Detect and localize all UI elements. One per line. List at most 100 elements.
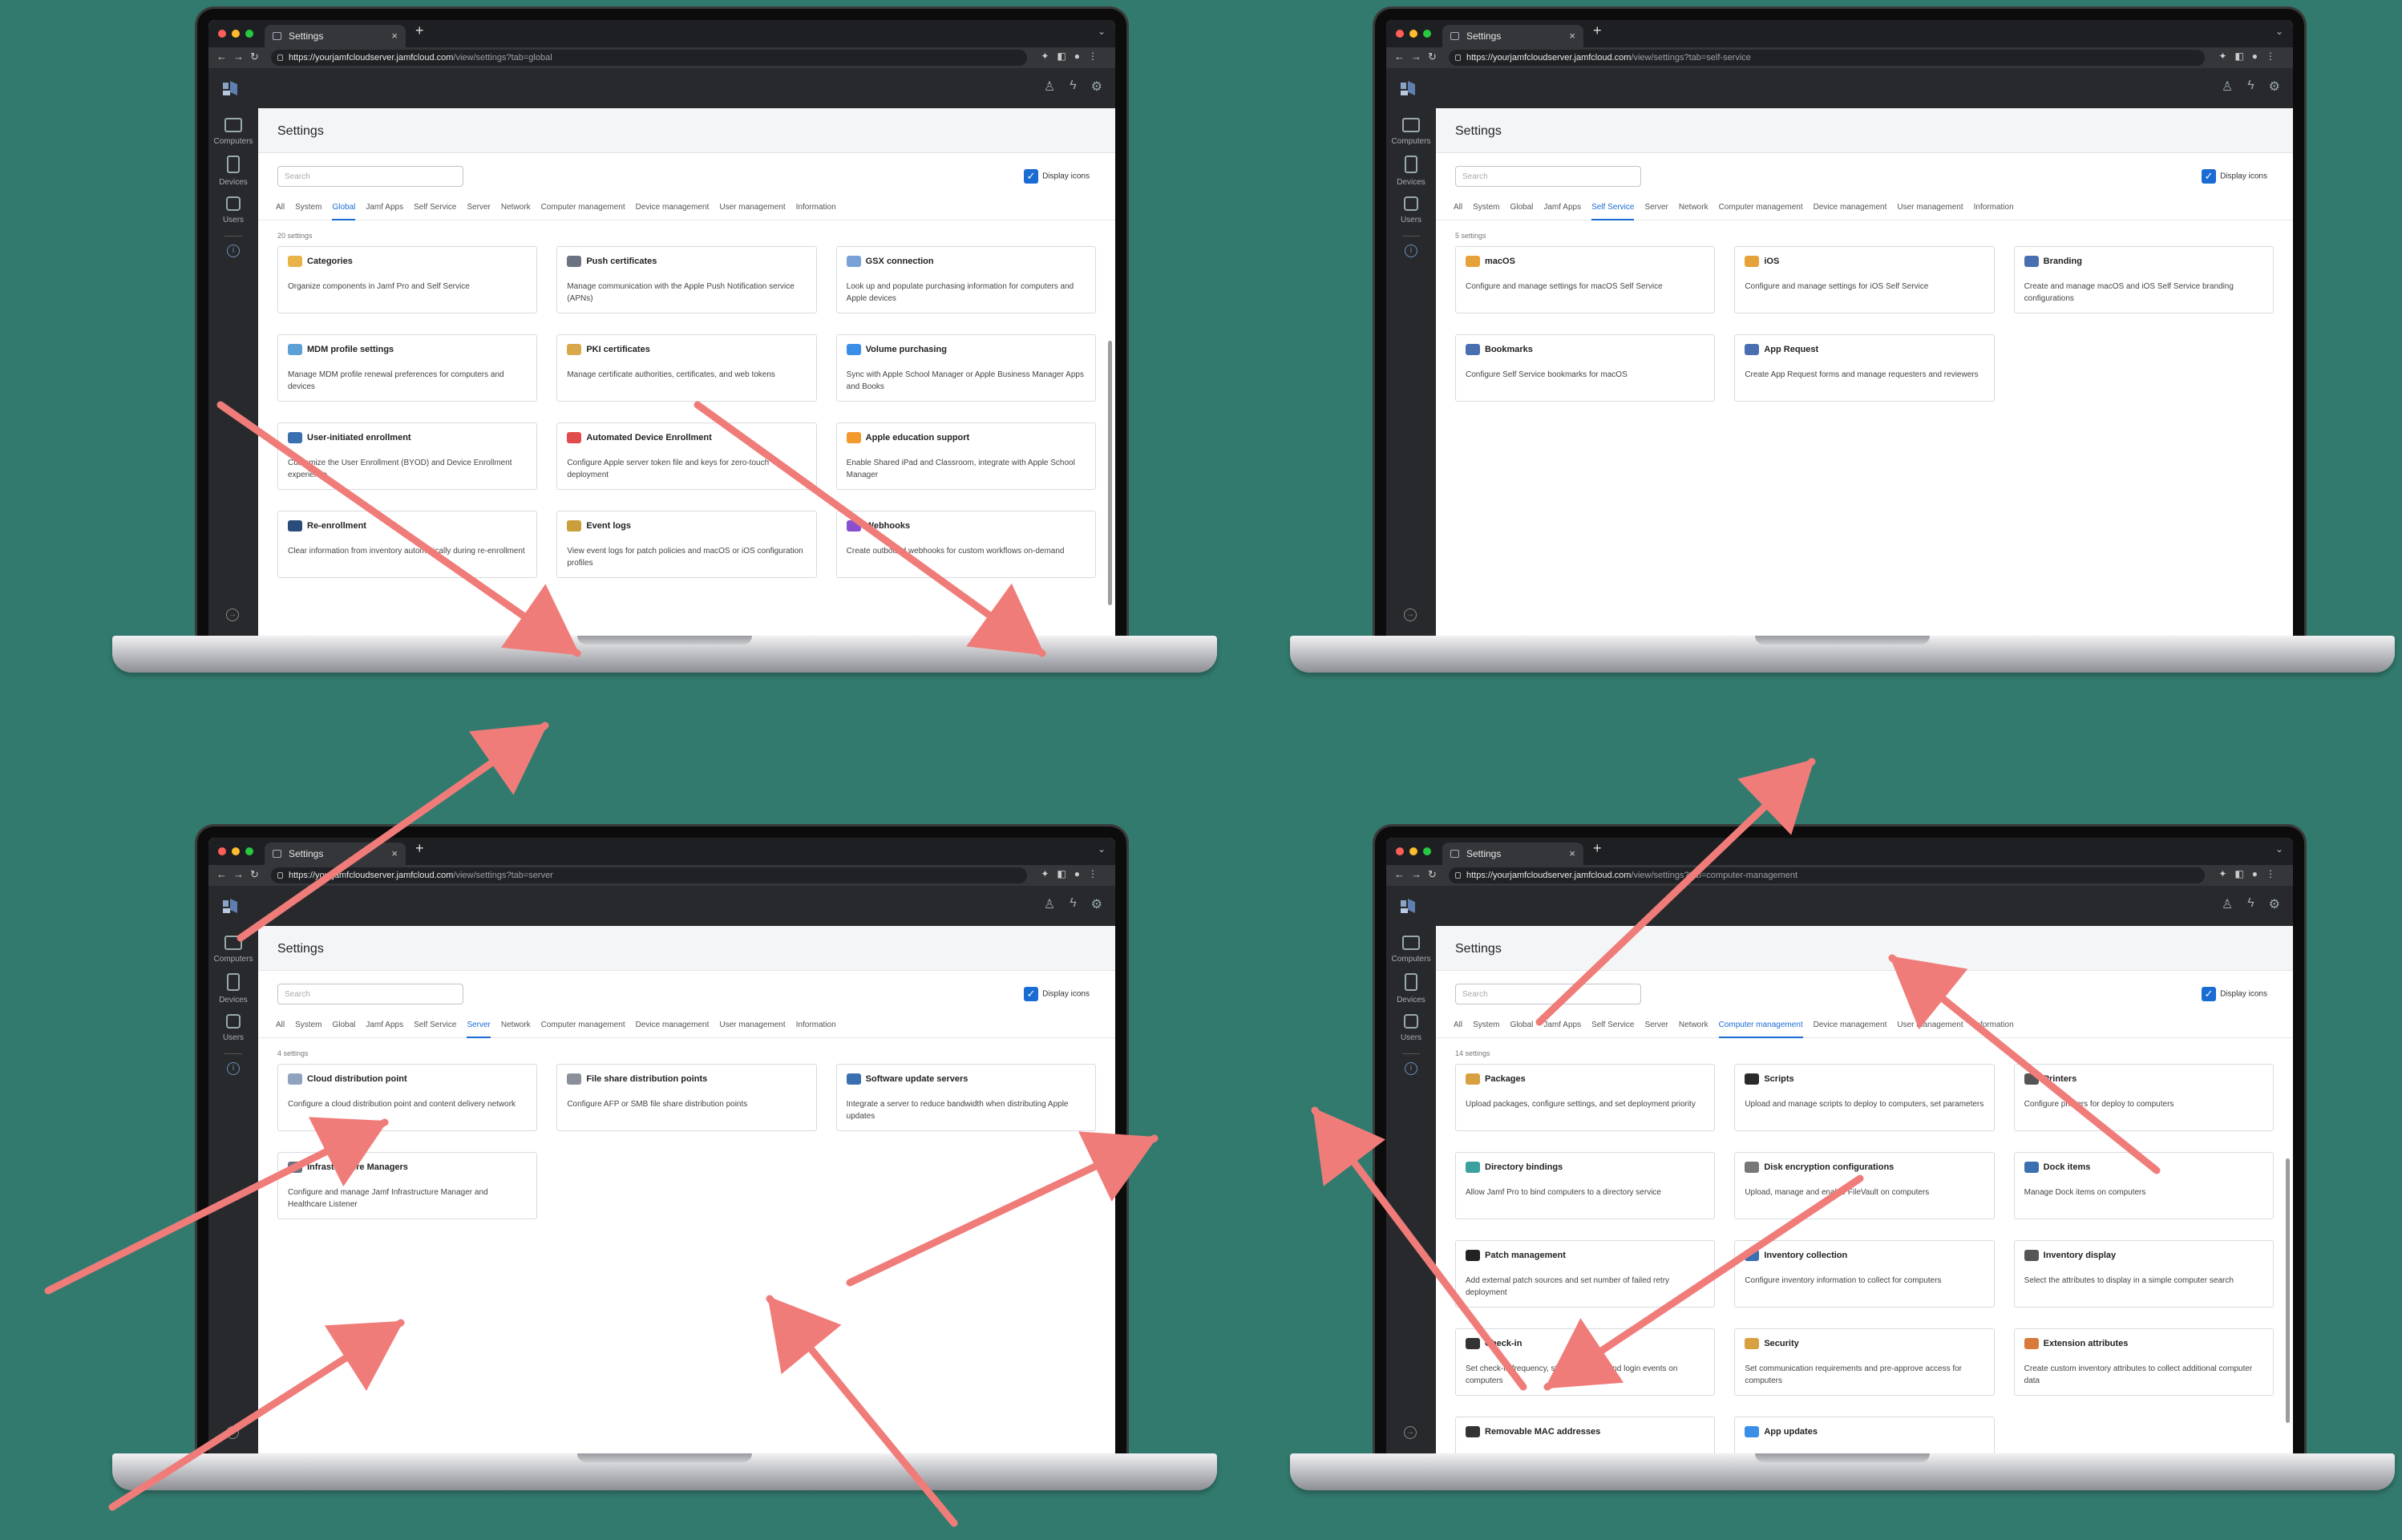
collapse-sidebar-icon[interactable]: →	[226, 608, 239, 621]
setting-card[interactable]: Security Set communication requirements a…	[1734, 1328, 1995, 1396]
maximize-window-button[interactable]	[1423, 847, 1431, 855]
scrollbar[interactable]	[1108, 341, 1112, 605]
navigation-buttons[interactable]: ←→↻	[1394, 868, 1443, 881]
setting-card[interactable]: Volume purchasing Sync with Apple School …	[835, 334, 1096, 402]
setting-card[interactable]: Software update servers Integrate a serve…	[835, 1064, 1096, 1131]
setting-card[interactable]: Dock items Manage Dock items on computers	[2013, 1152, 2274, 1219]
window-controls[interactable]	[1396, 30, 1431, 38]
setting-card[interactable]: Categories Organize components in Jamf Pr…	[277, 246, 538, 313]
tab-all[interactable]: All	[276, 1016, 285, 1038]
account-icon[interactable]: ♙	[2222, 896, 2233, 912]
jamf-logo-icon[interactable]	[221, 79, 239, 97]
setting-card[interactable]: Check-in Set check-in frequency, startup …	[1455, 1328, 1716, 1396]
address-bar[interactable]: https://yourjamfcloudserver.jamfcloud.co…	[1449, 867, 2205, 883]
tab-system[interactable]: System	[1473, 1016, 1499, 1038]
setting-card[interactable]: App Request Create App Request forms and …	[1734, 334, 1995, 402]
browser-tab[interactable]: Settings ×	[1442, 25, 1583, 47]
site-info-icon[interactable]	[1455, 55, 1461, 61]
info-icon[interactable]: i	[1405, 245, 1417, 257]
tab-information[interactable]: Information	[796, 1016, 836, 1038]
search-input[interactable]: Search	[277, 166, 463, 187]
tab-system[interactable]: System	[1473, 198, 1499, 220]
setting-card[interactable]: Re-enrollment Clear information from inve…	[277, 511, 538, 578]
window-controls[interactable]	[1396, 847, 1431, 855]
tab-information[interactable]: Information	[1974, 1016, 2014, 1038]
account-icon[interactable]: ♙	[1044, 896, 1055, 912]
tab-user-management[interactable]: User management	[719, 198, 785, 220]
setting-card[interactable]: Inventory collection Configure inventory …	[1734, 1240, 1995, 1308]
browser-tab[interactable]: Settings ×	[1442, 843, 1583, 865]
tab-all[interactable]: All	[1454, 1016, 1462, 1038]
notifications-bolt-icon[interactable]: ϟ	[2247, 79, 2254, 95]
search-input[interactable]: Search	[1455, 166, 1641, 187]
browser-extension-icons[interactable]: ✦◧●⋮	[1041, 51, 1106, 62]
navigation-buttons[interactable]: ←→↻	[216, 51, 265, 63]
display-icons-checkbox[interactable]: ✓	[1024, 169, 1039, 184]
display-icons-toggle[interactable]: ✓ Display icons	[2202, 987, 2267, 1001]
window-controls[interactable]	[218, 847, 253, 855]
tab-system[interactable]: System	[295, 198, 321, 220]
setting-card[interactable]: Printers Configure printers for deploy to…	[2013, 1064, 2274, 1131]
tab-global[interactable]: Global	[332, 198, 356, 220]
tab-jamf-apps[interactable]: Jamf Apps	[1543, 198, 1581, 220]
tab-computer-management[interactable]: Computer management	[1718, 1016, 1803, 1038]
setting-card[interactable]: Disk encryption configurations Upload, ma…	[1734, 1152, 1995, 1219]
close-window-button[interactable]	[1396, 30, 1404, 38]
tab-information[interactable]: Information	[1974, 198, 2014, 220]
scrollbar[interactable]	[2286, 1158, 2290, 1423]
sidebar-item-computers[interactable]: Computers	[208, 118, 258, 146]
new-tab-icon[interactable]: +	[1593, 22, 1602, 39]
setting-card[interactable]: macOS Configure and manage settings for m…	[1455, 246, 1716, 313]
tab-search-chevron-icon[interactable]: ⌄	[1098, 26, 1106, 37]
tab-all[interactable]: All	[276, 198, 285, 220]
tab-jamf-apps[interactable]: Jamf Apps	[1543, 1016, 1581, 1038]
setting-card[interactable]: File share distribution points Configure …	[556, 1064, 817, 1131]
setting-card[interactable]: Webhooks Create outbound webhooks for cus…	[835, 511, 1096, 578]
setting-card[interactable]: Push certificates Manage communication wi…	[556, 246, 817, 313]
tab-system[interactable]: System	[295, 1016, 321, 1038]
tab-device-management[interactable]: Device management	[1814, 198, 1887, 220]
sidebar-item-users[interactable]: Users	[208, 196, 258, 224]
tab-network[interactable]: Network	[501, 1016, 531, 1038]
new-tab-icon[interactable]: +	[415, 840, 424, 857]
maximize-window-button[interactable]	[245, 30, 253, 38]
jamf-logo-icon[interactable]	[1399, 79, 1417, 97]
minimize-window-button[interactable]	[1409, 30, 1417, 38]
settings-gear-icon[interactable]: ⚙	[2269, 896, 2280, 912]
notifications-bolt-icon[interactable]: ϟ	[2247, 896, 2254, 912]
sidebar-item-devices[interactable]: Devices	[1386, 973, 1436, 1004]
settings-gear-icon[interactable]: ⚙	[1091, 79, 1102, 95]
tab-server[interactable]: Server	[1644, 198, 1668, 220]
tab-network[interactable]: Network	[1679, 198, 1708, 220]
window-controls[interactable]	[218, 30, 253, 38]
tab-server[interactable]: Server	[467, 1016, 491, 1038]
display-icons-toggle[interactable]: ✓ Display icons	[2202, 169, 2267, 184]
address-bar[interactable]: https://yourjamfcloudserver.jamfcloud.co…	[271, 867, 1027, 883]
sidebar-item-users[interactable]: Users	[208, 1014, 258, 1042]
browser-extension-icons[interactable]: ✦◧●⋮	[1041, 868, 1106, 879]
tab-search-chevron-icon[interactable]: ⌄	[1098, 843, 1106, 855]
browser-tab[interactable]: Settings ×	[265, 843, 406, 865]
browser-extension-icons[interactable]: ✦◧●⋮	[2218, 51, 2283, 62]
setting-card[interactable]: Inventory display Select the attributes t…	[2013, 1240, 2274, 1308]
close-tab-icon[interactable]: ×	[391, 843, 398, 865]
setting-card[interactable]: Automated Device Enrollment Configure App…	[556, 422, 817, 490]
minimize-window-button[interactable]	[232, 30, 240, 38]
tab-self-service[interactable]: Self Service	[1591, 1016, 1634, 1038]
minimize-window-button[interactable]	[1409, 847, 1417, 855]
tab-network[interactable]: Network	[1679, 1016, 1708, 1038]
notifications-bolt-icon[interactable]: ϟ	[1070, 896, 1076, 912]
tab-global[interactable]: Global	[332, 1016, 355, 1038]
tab-self-service[interactable]: Self Service	[414, 198, 456, 220]
collapse-sidebar-icon[interactable]: →	[1404, 608, 1417, 621]
maximize-window-button[interactable]	[245, 847, 253, 855]
tab-device-management[interactable]: Device management	[636, 198, 710, 220]
tab-user-management[interactable]: User management	[719, 1016, 785, 1038]
minimize-window-button[interactable]	[232, 847, 240, 855]
tab-search-chevron-icon[interactable]: ⌄	[2275, 26, 2283, 37]
sidebar-item-computers[interactable]: Computers	[208, 936, 258, 964]
setting-card[interactable]: GSX connection Look up and populate purch…	[835, 246, 1096, 313]
tab-computer-management[interactable]: Computer management	[541, 198, 625, 220]
setting-card[interactable]: Apple education support Enable Shared iPa…	[835, 422, 1096, 490]
browser-tab[interactable]: Settings ×	[265, 25, 406, 47]
